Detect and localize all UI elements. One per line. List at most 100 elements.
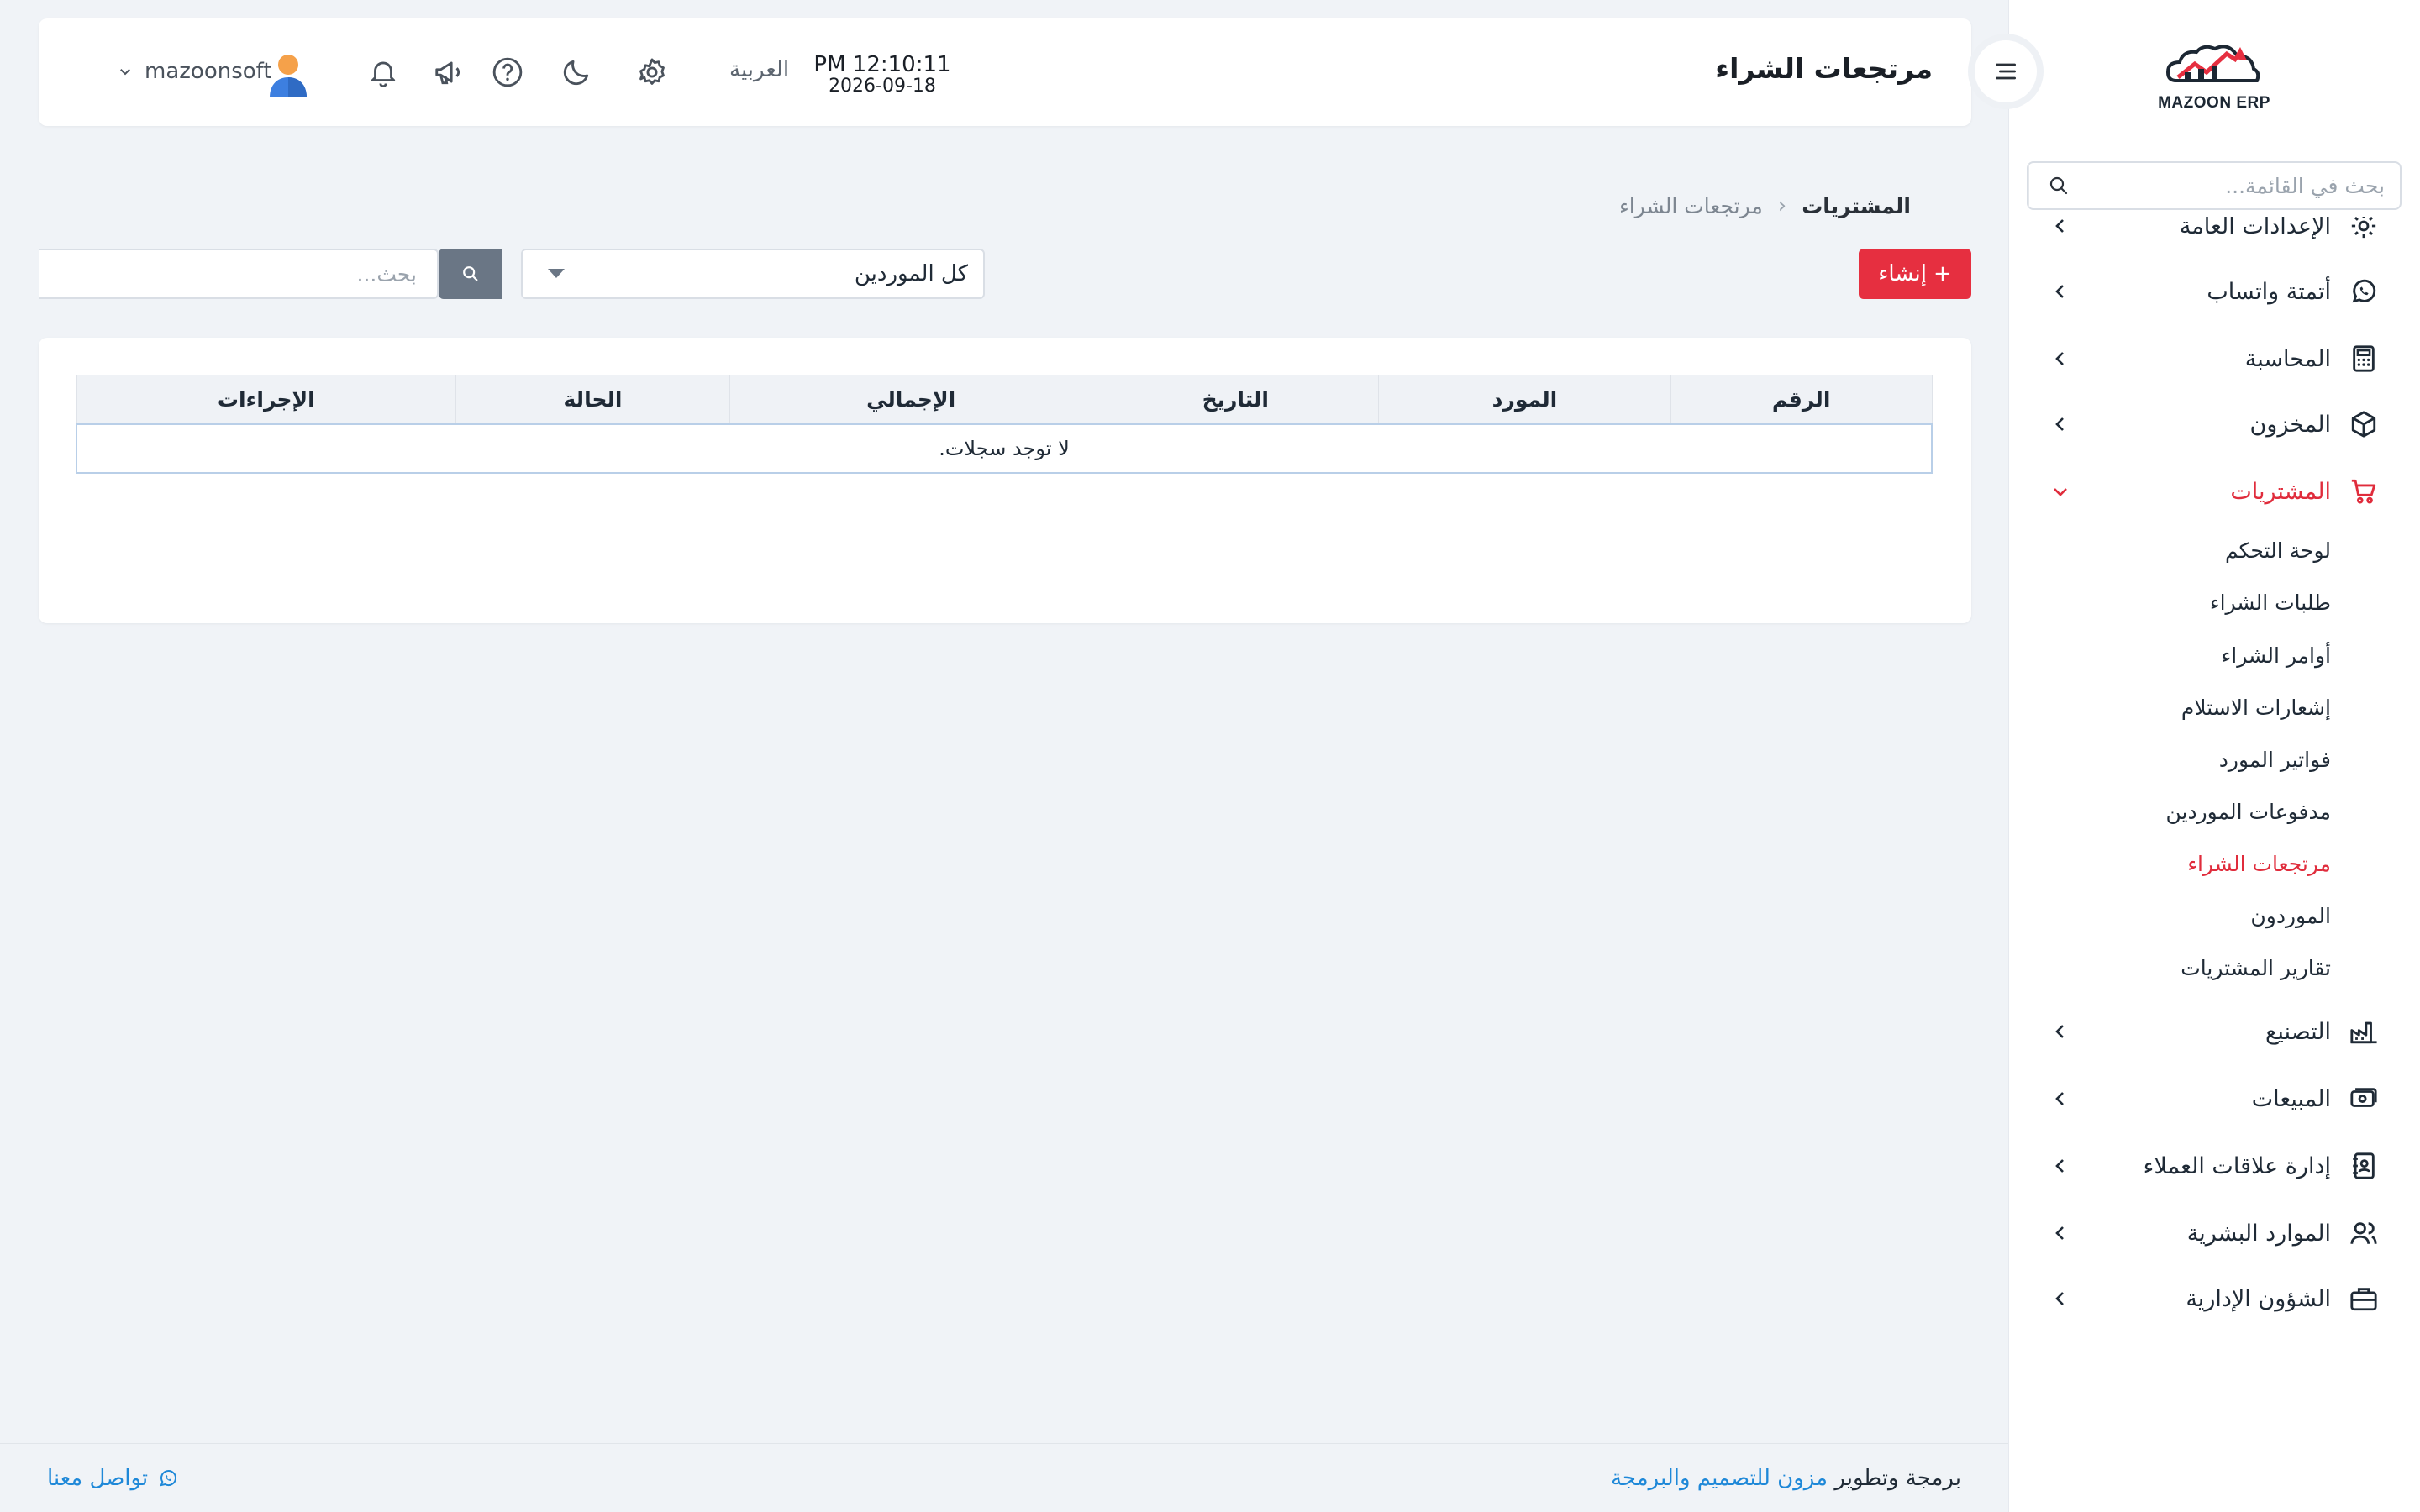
column-header-status[interactable]: الحالة — [455, 375, 730, 424]
clock-date: 2026-09-18 — [829, 76, 936, 97]
chevron-left-icon — [2050, 349, 2070, 369]
sidebar-menu: الإعدادات العامة أتمتة واتساب المحاسبة ا… — [2008, 217, 2420, 1393]
submenu-supplier-invoices[interactable]: فواتير المورد — [2219, 748, 2331, 772]
submenu-purchase-reports[interactable]: تقارير المشتريات — [2181, 956, 2331, 980]
sidebar-search-input[interactable] — [2087, 163, 2400, 208]
submenu-supplier-payments[interactable]: مدفوعات الموردين — [2165, 800, 2331, 824]
sidebar-toggle-button[interactable] — [1968, 34, 2044, 109]
sidebar-item-label: الشؤون الإدارية — [2186, 1285, 2331, 1312]
language-switch[interactable]: العربية — [729, 57, 789, 82]
search-button[interactable] — [439, 249, 502, 299]
sidebar-item-label: المشتريات — [2230, 478, 2331, 505]
submenu-purchase-requests[interactable]: طلبات الشراء — [2210, 591, 2331, 615]
calculator-icon — [2349, 344, 2378, 373]
create-button[interactable]: + إنشاء — [1859, 249, 1971, 299]
user-menu[interactable]: mazoonsoft — [118, 59, 272, 84]
submenu-suppliers[interactable]: الموردون — [2250, 904, 2331, 928]
box-icon — [2349, 410, 2378, 438]
contact-link[interactable]: تواصل معنا — [47, 1466, 178, 1491]
contacts-book-icon — [2349, 1152, 2378, 1180]
factory-icon — [2349, 1017, 2378, 1046]
column-header-number[interactable]: الرقم — [1670, 375, 1933, 424]
submenu-purchase-returns[interactable]: مرتجعات الشراء — [2187, 852, 2331, 876]
whatsapp-icon — [158, 1468, 178, 1488]
column-header-supplier[interactable]: المورد — [1378, 375, 1671, 424]
chevron-left-icon — [2050, 1223, 2070, 1243]
sidebar-item-sales[interactable]: المبيعات — [2008, 1069, 2420, 1128]
username: mazoonsoft — [145, 59, 272, 84]
page-title: مرتجعات الشراء — [1715, 52, 1933, 85]
footer-credit-prefix: برمجة وتطوير — [1834, 1466, 1961, 1491]
sidebar-item-label: أتمتة واتساب — [2207, 278, 2331, 305]
logo-icon — [2165, 45, 2260, 82]
footer: برمجة وتطوير مزون للتصميم والبرمجة تواصل… — [0, 1443, 2008, 1512]
breadcrumb-root[interactable]: المشتريات — [1802, 194, 1911, 218]
sidebar-item-hr[interactable]: الموارد البشرية — [2008, 1204, 2420, 1263]
submenu-receipt-notes[interactable]: إشعارات الاستلام — [2181, 696, 2331, 720]
search-icon — [461, 265, 480, 283]
avatar[interactable] — [267, 52, 309, 97]
money-icon — [2349, 1084, 2378, 1113]
submenu-purchase-orders[interactable]: أوامر الشراء — [2222, 643, 2331, 668]
chevron-left-icon — [2050, 1289, 2070, 1309]
breadcrumb: المشتريات ‹ مرتجعات الشراء — [1619, 193, 1911, 218]
chevron-left-icon: ‹ — [1777, 193, 1787, 218]
sidebar-item-label: الإعدادات العامة — [2179, 217, 2331, 239]
sidebar-item-manufacturing[interactable]: التصنيع — [2008, 1002, 2420, 1061]
contact-label: تواصل معنا — [47, 1466, 149, 1491]
sidebar-item-administration[interactable]: الشؤون الإدارية — [2008, 1269, 2420, 1328]
empty-state-message: لا توجد سجلات. — [76, 423, 1933, 474]
company-link[interactable]: مزون للتصميم والبرمجة — [1611, 1466, 1828, 1491]
chevron-left-icon — [2050, 217, 2070, 236]
sidebar: MAZOON ERP الإعدادات العامة أتمتة واتساب — [2008, 0, 2420, 1512]
submenu-dashboard[interactable]: لوحة التحكم — [2225, 538, 2331, 563]
sidebar-item-whatsapp-automation[interactable]: أتمتة واتساب — [2008, 262, 2420, 321]
chevron-left-icon — [2050, 281, 2070, 302]
sidebar-item-label: المحاسبة — [2244, 345, 2331, 372]
sidebar-item-general-settings[interactable]: الإعدادات العامة — [2008, 217, 2420, 255]
whatsapp-icon — [2349, 277, 2378, 306]
create-button-label: إنشاء — [1878, 261, 1928, 286]
chevron-left-icon — [2050, 1021, 2070, 1042]
sidebar-item-label: إدارة علاقات العملاء — [2143, 1152, 2331, 1179]
users-icon — [2349, 1219, 2378, 1247]
sidebar-item-label: التصنيع — [2265, 1018, 2331, 1045]
sidebar-item-inventory[interactable]: المخزون — [2008, 395, 2420, 454]
breadcrumb-current: مرتجعات الشراء — [1618, 193, 1763, 218]
plus-icon: + — [1933, 261, 1952, 286]
returns-table: الرقم المورد التاريخ الإجمالي الحالة الإ… — [76, 375, 1933, 474]
clock: PM 12:10:11 2026-09-18 — [798, 52, 966, 97]
bell-icon[interactable] — [365, 54, 402, 91]
briefcase-icon — [2349, 1284, 2378, 1313]
column-header-total[interactable]: الإجمالي — [729, 375, 1093, 424]
sidebar-item-label: الموارد البشرية — [2186, 1220, 2331, 1247]
caret-down-icon — [548, 269, 565, 279]
chevron-down-icon — [118, 64, 133, 79]
returns-table-card: الرقم المورد التاريخ الإجمالي الحالة الإ… — [39, 338, 1971, 623]
chevron-left-icon — [2050, 1156, 2070, 1176]
table-row-empty: لا توجد سجلات. — [76, 423, 1933, 474]
moon-icon[interactable] — [558, 54, 595, 91]
cart-icon — [2349, 477, 2378, 506]
supplier-filter-value: كل الموردين — [854, 261, 968, 286]
help-icon[interactable] — [489, 54, 526, 91]
search-input[interactable] — [39, 249, 439, 299]
search-icon[interactable] — [2028, 163, 2087, 208]
supplier-filter-select[interactable]: كل الموردين — [521, 249, 985, 299]
chevron-left-icon — [2050, 414, 2070, 434]
sidebar-item-accounting[interactable]: المحاسبة — [2008, 329, 2420, 388]
megaphone-icon[interactable] — [430, 54, 467, 91]
column-header-date[interactable]: التاريخ — [1092, 375, 1380, 424]
sidebar-item-label: المبيعات — [2251, 1085, 2331, 1112]
table-header-row: الرقم المورد التاريخ الإجمالي الحالة الإ… — [76, 375, 1933, 424]
search-box — [39, 249, 502, 299]
sidebar-item-crm[interactable]: إدارة علاقات العملاء — [2008, 1137, 2420, 1195]
clock-time: PM 12:10:11 — [813, 52, 951, 77]
footer-credit: برمجة وتطوير مزون للتصميم والبرمجة — [1611, 1466, 1961, 1491]
sidebar-item-label: المخزون — [2249, 411, 2331, 438]
brand-logo[interactable]: MAZOON ERP — [2008, 34, 2420, 118]
brand-name: MAZOON ERP — [2158, 94, 2270, 112]
sidebar-item-purchases[interactable]: المشتريات — [2008, 462, 2420, 521]
chevron-down-icon — [2050, 481, 2070, 501]
gear-icon[interactable] — [634, 54, 671, 91]
